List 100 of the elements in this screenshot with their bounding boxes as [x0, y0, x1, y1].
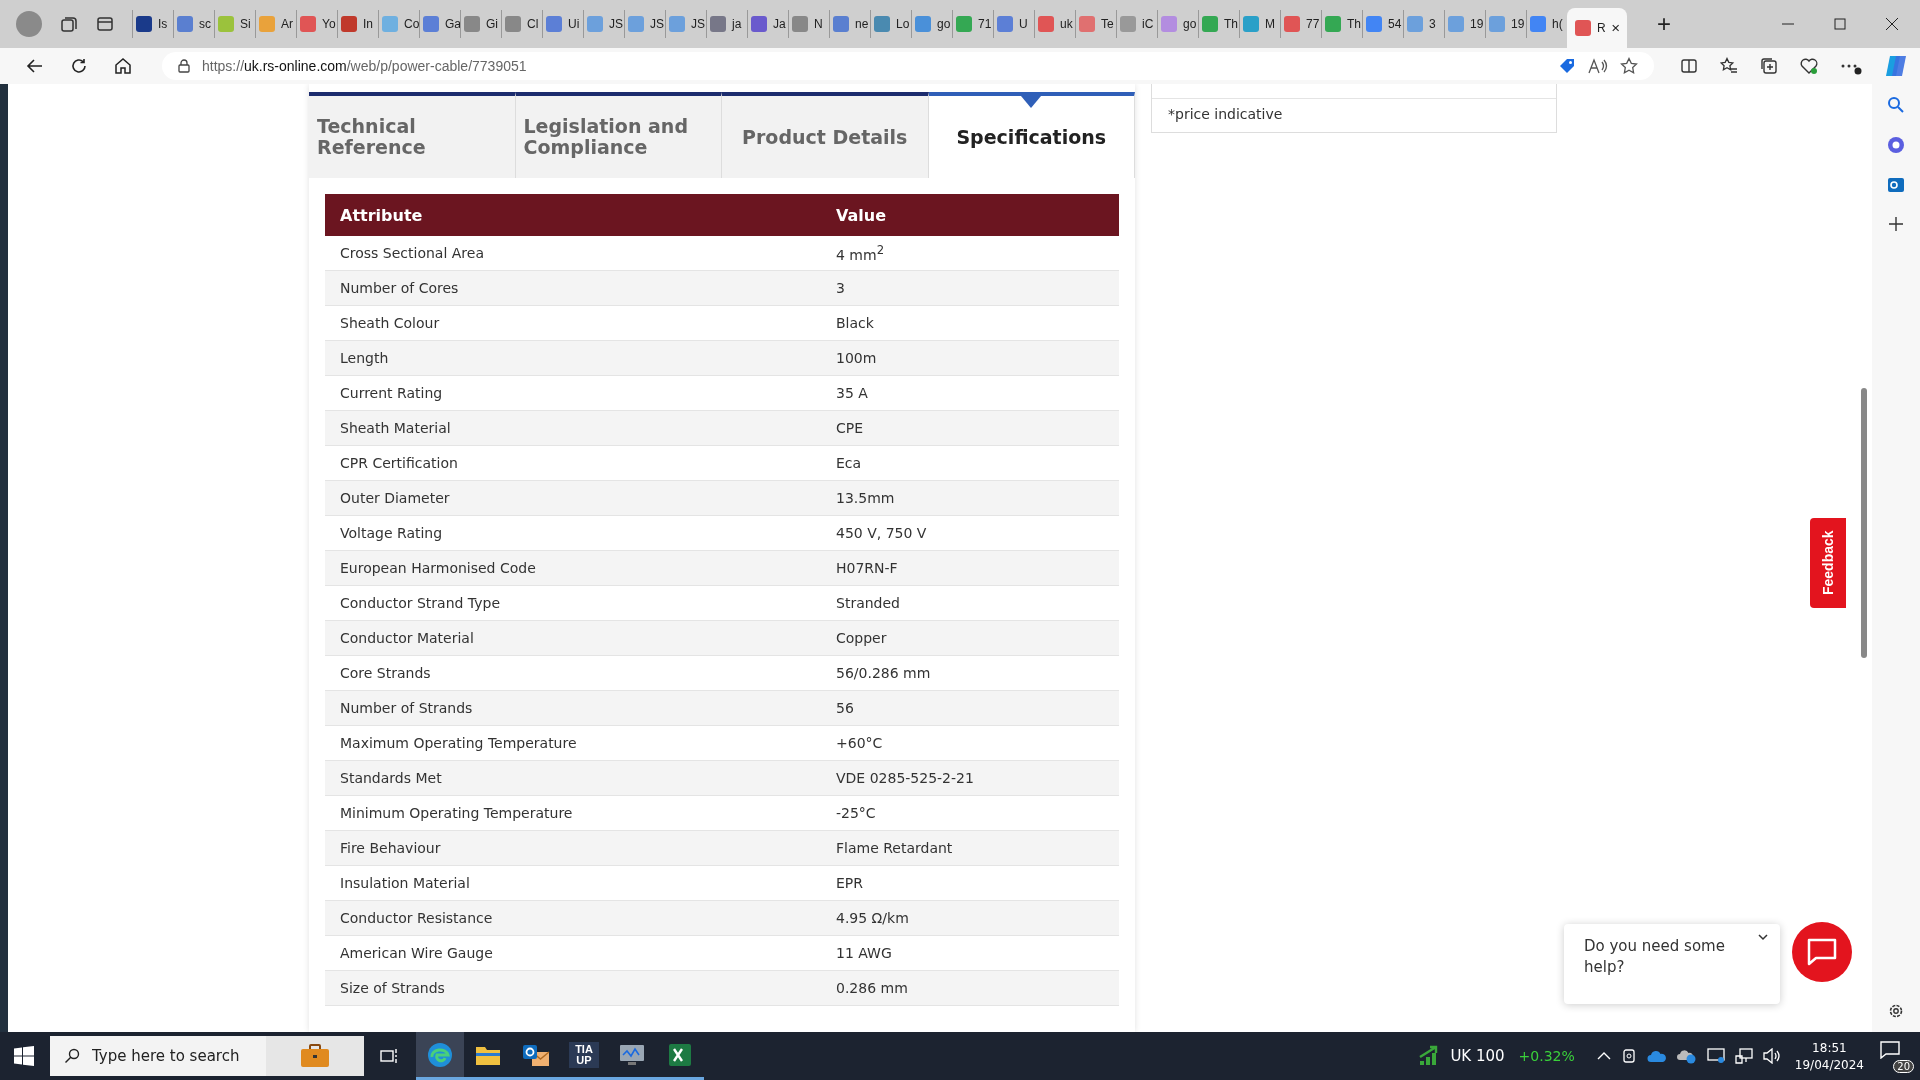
clock-time[interactable]: 18:51 [1812, 1040, 1847, 1055]
tab-title: Yo [322, 17, 336, 31]
browser-tab[interactable]: h( [1526, 10, 1567, 38]
tab-title: 19 [1511, 17, 1525, 31]
table-cell-text: Sheath Colour [339, 315, 441, 331]
table-cell-text: Flame Retardant [835, 840, 954, 856]
browser-tab[interactable]: Th [1321, 10, 1362, 38]
feedback-tab[interactable]: Feedback [1810, 518, 1846, 608]
browser-tab[interactable]: uk [1034, 10, 1075, 38]
table-cell-text: Conductor Strand Type [339, 595, 501, 611]
table-cell-text: Fire Behaviour [339, 840, 442, 856]
tab-title: h( [1552, 17, 1563, 31]
browser-tab[interactable]: Gi [460, 10, 501, 38]
section-tab[interactable]: Product Details [722, 92, 929, 178]
table-cell-text: 4 mm$^{2}$ [835, 243, 886, 263]
browser-tab[interactable]: iC [1116, 10, 1157, 38]
tab-title: JS [650, 17, 664, 31]
browser-tab[interactable]: JS [583, 10, 624, 38]
table-cell-text: Copper [835, 630, 888, 646]
browser-tab[interactable]: Ja [747, 10, 788, 38]
browser-tab[interactable]: 71 [952, 10, 993, 38]
tab-title: 77 [1306, 17, 1320, 31]
section-tab[interactable]: Specifications [928, 92, 1135, 178]
tab-title: Ui [568, 17, 580, 31]
browser-tab[interactable]: Cl [501, 10, 542, 38]
ticker-name: UK 100 [1450, 1047, 1505, 1065]
browser-tab[interactable]: ja [706, 10, 747, 38]
table-cell-text: 4.95 Ω/km [835, 910, 910, 926]
table-cell-text: Number of Cores [339, 280, 460, 296]
browser-tab[interactable]: 77 [1280, 10, 1321, 38]
app-label: TIA UP [569, 1041, 599, 1068]
browser-tab[interactable]: Co [378, 10, 419, 38]
table-cell-text: Maximum Operating Temperature [339, 735, 578, 751]
browser-tab[interactable]: N [788, 10, 829, 38]
tab-title: ne [855, 17, 869, 31]
table-cell-text: Stranded [835, 595, 901, 611]
browser-tab[interactable]: sc [173, 10, 214, 38]
tab-title: Ar [281, 17, 293, 31]
browser-tab[interactable]: M [1239, 10, 1280, 38]
table-cell-text: 450 V, 750 V [835, 525, 928, 541]
table-cell-text: VDE 0285-525-2-21 [835, 770, 975, 786]
browser-tab[interactable]: 3 [1403, 10, 1444, 38]
browser-tab[interactable]: Ar [255, 10, 296, 38]
browser-tab[interactable]: Th [1198, 10, 1239, 38]
tab-title: Te [1101, 17, 1114, 31]
section-tab[interactable]: Technical Reference [309, 92, 516, 178]
tab-title: Cl [527, 17, 539, 31]
table-cell-text: Minimum Operating Temperature [339, 805, 574, 821]
tab-title: 54 [1388, 17, 1402, 31]
table-cell-text: Outer Diameter [339, 490, 451, 506]
table-cell-text: Standards Met [339, 770, 443, 786]
browser-tab[interactable]: R [1567, 8, 1627, 48]
browser-tab[interactable]: JS [665, 10, 706, 38]
tab-title: iC [1142, 17, 1154, 31]
notifications-button[interactable]: 20 [1880, 1041, 1912, 1071]
tab-title: Th [1224, 17, 1238, 31]
table-cell-text: Core Strands [339, 665, 432, 681]
table-cell-text: Conductor Material [339, 630, 475, 646]
new-tab-button[interactable]: + [1649, 10, 1679, 38]
browser-tab[interactable]: ne [829, 10, 870, 38]
tab-title: Si [240, 17, 251, 31]
tab-title: sc [199, 17, 211, 31]
tab-title: ja [732, 17, 742, 31]
table-cell-text: 0.286 mm [835, 980, 909, 996]
browser-tab[interactable]: Te [1075, 10, 1116, 38]
browser-tab[interactable]: Is [132, 10, 173, 38]
table-cell-text: -25°C [835, 805, 877, 821]
tab-title: Lo [896, 17, 910, 31]
browser-tab[interactable]: JS [624, 10, 665, 38]
browser-tab[interactable]: Ui [542, 10, 583, 38]
browser-tab[interactable]: 19 [1485, 10, 1526, 38]
table-cell-text: 100m [835, 350, 878, 366]
section-tab[interactable]: Legislation and Compliance [515, 92, 722, 178]
taskbar-app-button[interactable]: TIA UP [560, 1032, 608, 1080]
browser-tab[interactable]: In [337, 10, 378, 38]
browser-tab[interactable]: Si [214, 10, 255, 38]
table-cell-text: 56/0.286 mm [835, 665, 932, 681]
browser-tab[interactable]: go [1157, 10, 1198, 38]
taskbar-search-field[interactable]: Type here to search [50, 1036, 266, 1076]
tab-title: go [937, 17, 951, 31]
tab-title: R [1597, 21, 1606, 35]
browser-tab[interactable]: 54 [1362, 10, 1403, 38]
tab-title: U [1019, 17, 1028, 31]
table-cell-text: Black [835, 315, 875, 331]
address-field[interactable]: https://uk.rs-online.com/web/p/power-cable/7739051 [162, 52, 1654, 80]
browser-tab[interactable]: 19 [1444, 10, 1485, 38]
browser-tab[interactable]: U [993, 10, 1034, 38]
browser-tab[interactable]: Lo [870, 10, 911, 38]
table-cell-text: EPR [835, 875, 864, 891]
tab-title: 19 [1470, 17, 1484, 31]
clock-date[interactable]: 19/04/2024 [1794, 1057, 1864, 1072]
table-cell-text: +60°C [835, 735, 884, 751]
table-cell-text: CPR Certification [339, 455, 459, 471]
tab-title: Gi [486, 17, 498, 31]
tab-title: JS [691, 17, 705, 31]
tab-title: Th [1347, 17, 1361, 31]
price-note: *price indicative [1168, 106, 1283, 122]
browser-tab[interactable]: Yo [296, 10, 337, 38]
tab-title: Is [158, 17, 168, 31]
browser-tab[interactable]: go [911, 10, 952, 38]
